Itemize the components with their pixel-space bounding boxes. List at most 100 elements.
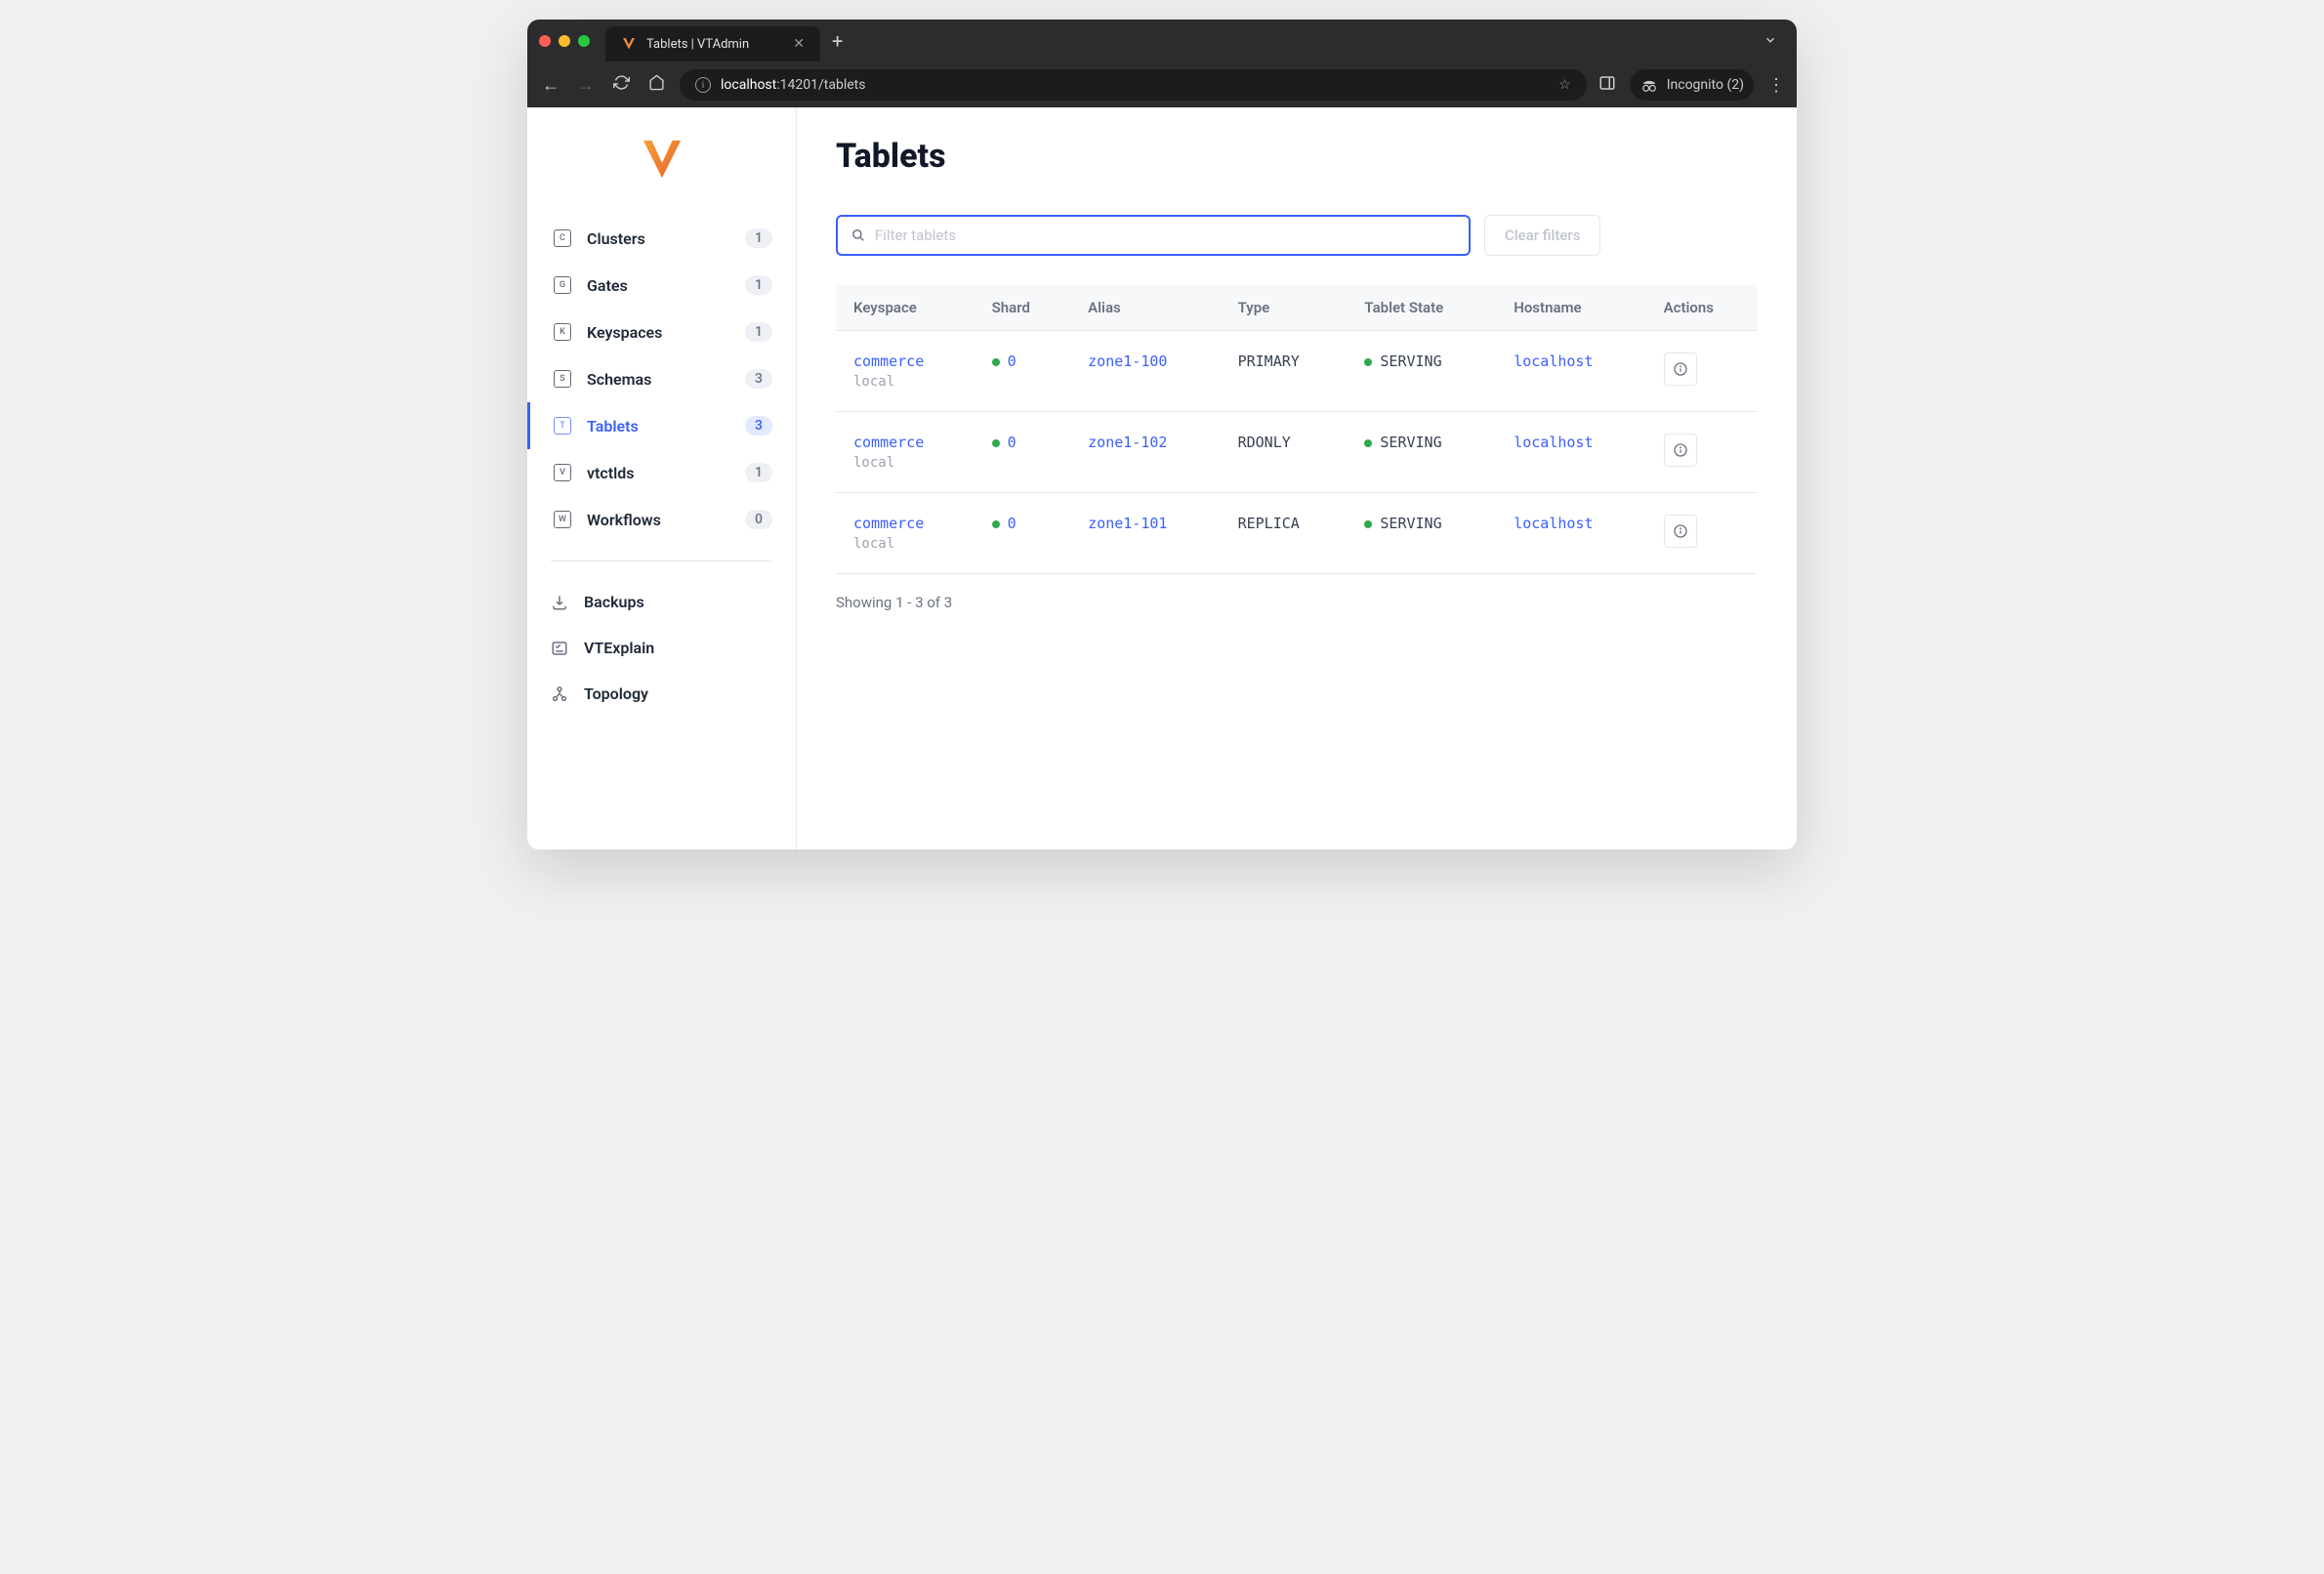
new-tab-button[interactable]: +	[832, 29, 843, 53]
tab-title: Tablets | VTAdmin	[646, 37, 749, 52]
column-header-alias: Alias	[1070, 285, 1220, 331]
info-icon	[1673, 361, 1688, 377]
filter-tablets-input[interactable]	[875, 227, 1455, 244]
sidebar-item-workflows[interactable]: W Workflows 0	[527, 496, 796, 543]
alias-link[interactable]: zone1-100	[1088, 352, 1167, 370]
browser-menu-icon[interactable]: ⋮	[1767, 75, 1785, 96]
tab-dropdown-icon[interactable]	[1756, 32, 1785, 51]
url-bar[interactable]: i localhost:14201/tablets ☆	[680, 69, 1587, 101]
sidebar-item-topology[interactable]: Topology	[527, 671, 796, 717]
browser-tab[interactable]: Tablets | VTAdmin ✕	[605, 26, 820, 62]
site-info-icon[interactable]: i	[695, 77, 711, 93]
sidebar-item-vtexplain[interactable]: VTExplain	[527, 625, 796, 671]
window-close-button[interactable]	[539, 35, 551, 47]
sidebar-item-badge: 1	[745, 463, 772, 482]
secondary-nav: Backups VTExplain Topology	[527, 579, 796, 717]
panel-icon[interactable]	[1598, 74, 1616, 96]
sidebar-item-badge: 1	[745, 228, 772, 248]
sidebar-item-clusters[interactable]: C Clusters 1	[527, 215, 796, 262]
home-button[interactable]	[644, 74, 668, 96]
table-row: commerce local 0 zone1-101 REPLICA SERVI…	[836, 493, 1758, 574]
hostname-link[interactable]: localhost	[1514, 434, 1593, 451]
clear-filters-button[interactable]: Clear filters	[1484, 215, 1600, 256]
tablet-state: SERVING	[1380, 434, 1441, 451]
vitess-favicon-icon	[621, 36, 637, 52]
sidebar-item-schemas[interactable]: S Schemas 3	[527, 355, 796, 402]
table-header-row: KeyspaceShardAliasTypeTablet StateHostna…	[836, 285, 1758, 331]
clusters-icon: C	[554, 229, 571, 247]
keyspace-link[interactable]: commerce	[853, 352, 957, 370]
sidebar-item-badge: 1	[745, 322, 772, 342]
column-header-type: Type	[1221, 285, 1348, 331]
page-title: Tablets	[836, 137, 1758, 176]
column-header-actions: Actions	[1646, 285, 1758, 331]
tablet-type: PRIMARY	[1238, 352, 1300, 370]
column-header-tablet-state: Tablet State	[1347, 285, 1496, 331]
sidebar-item-label: Keyspaces	[587, 323, 662, 342]
hostname-link[interactable]: localhost	[1514, 515, 1593, 532]
reload-button[interactable]	[609, 74, 633, 96]
workflows-icon: W	[554, 511, 571, 528]
sidebar-item-gates[interactable]: G Gates 1	[527, 262, 796, 309]
cluster-sublabel: local	[853, 536, 957, 552]
alias-link[interactable]: zone1-102	[1088, 434, 1167, 451]
tablet-state: SERVING	[1380, 352, 1441, 370]
forward-button[interactable]: →	[574, 75, 598, 96]
sidebar-item-badge: 3	[745, 416, 772, 435]
main-content: Tablets Clear filters KeyspaceShardAlias…	[797, 107, 1797, 849]
vtexplain-icon	[551, 640, 568, 657]
shard-link[interactable]: 0	[1008, 434, 1017, 451]
sidebar-item-tablets[interactable]: T Tablets 3	[527, 402, 796, 449]
column-header-keyspace: Keyspace	[836, 285, 975, 331]
sidebar-item-label: Schemas	[587, 370, 651, 389]
sidebar-item-label: Backups	[584, 593, 644, 611]
topology-icon	[551, 685, 568, 703]
vtctlds-icon: V	[554, 464, 571, 481]
cluster-sublabel: local	[853, 455, 957, 471]
back-button[interactable]: ←	[539, 75, 562, 96]
browser-toolbar: ← → i localhost:14201/tablets ☆	[527, 62, 1797, 107]
column-header-shard: Shard	[975, 285, 1071, 331]
row-actions-button[interactable]	[1664, 434, 1697, 467]
shard-link[interactable]: 0	[1008, 352, 1017, 370]
search-icon	[851, 228, 865, 242]
tablet-type: RDONLY	[1238, 434, 1291, 451]
incognito-badge[interactable]: Incognito (2)	[1630, 69, 1754, 101]
filter-input-wrap[interactable]	[836, 215, 1471, 256]
sidebar-item-badge: 0	[745, 510, 772, 529]
shard-link[interactable]: 0	[1008, 515, 1017, 532]
keyspaces-icon: K	[554, 323, 571, 341]
bookmark-star-icon[interactable]: ☆	[1558, 77, 1571, 93]
sidebar-item-label: Gates	[587, 276, 628, 295]
sidebar-item-vtctlds[interactable]: V vtctlds 1	[527, 449, 796, 496]
window-minimize-button[interactable]	[559, 35, 570, 47]
row-actions-button[interactable]	[1664, 352, 1697, 386]
alias-link[interactable]: zone1-101	[1088, 515, 1167, 532]
primary-nav: C Clusters 1 G Gates 1 K Keyspaces 1 S S…	[527, 215, 796, 543]
keyspace-link[interactable]: commerce	[853, 434, 957, 451]
toolbar-right: Incognito (2) ⋮	[1598, 69, 1785, 101]
sidebar-item-backups[interactable]: Backups	[527, 579, 796, 625]
vitess-logo[interactable]	[527, 127, 796, 215]
info-icon	[1673, 523, 1688, 539]
hostname-link[interactable]: localhost	[1514, 352, 1593, 370]
backups-icon	[551, 594, 568, 611]
url-text: localhost:14201/tablets	[721, 77, 865, 93]
gates-icon: G	[554, 276, 571, 294]
table-row: commerce local 0 zone1-100 PRIMARY SERVI…	[836, 331, 1758, 412]
sidebar-item-badge: 1	[745, 275, 772, 295]
browser-window: Tablets | VTAdmin ✕ + ← → i localhost:14…	[527, 20, 1797, 849]
tablet-state: SERVING	[1380, 515, 1441, 532]
sidebar-item-keyspaces[interactable]: K Keyspaces 1	[527, 309, 796, 355]
window-maximize-button[interactable]	[578, 35, 590, 47]
status-dot-icon	[1364, 358, 1372, 366]
table-row: commerce local 0 zone1-102 RDONLY SERVIN…	[836, 412, 1758, 493]
tab-close-icon[interactable]: ✕	[793, 36, 805, 52]
keyspace-link[interactable]: commerce	[853, 515, 957, 532]
row-actions-button[interactable]	[1664, 515, 1697, 548]
status-dot-icon	[1364, 520, 1372, 528]
sidebar-item-label: vtctlds	[587, 464, 635, 482]
tablet-type: REPLICA	[1238, 515, 1300, 532]
sidebar-item-label: Topology	[584, 684, 648, 703]
sidebar-item-label: Clusters	[587, 229, 645, 248]
